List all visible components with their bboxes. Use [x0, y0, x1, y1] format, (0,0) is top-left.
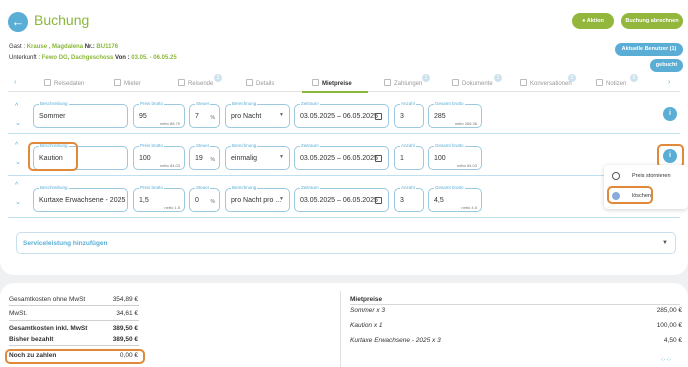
active-tab-indicator	[302, 91, 368, 93]
dropdown-icon: ▼	[279, 112, 284, 118]
calendar-icon[interactable]	[375, 155, 382, 162]
grid-icon[interactable]: ⁘⁘	[660, 357, 672, 365]
tab-reisedaten[interactable]: Reisedaten	[44, 79, 84, 87]
details-icon	[246, 79, 253, 86]
back-arrow-icon[interactable]: ←	[8, 12, 28, 32]
calendar-icon[interactable]	[375, 197, 382, 204]
chat-icon	[520, 79, 527, 86]
row-divider	[8, 175, 680, 176]
abrechnen-button[interactable]: Buchung abrechnen	[621, 13, 683, 29]
berechnung-select[interactable]: Berechnung pro Nacht pro ... ▼	[225, 185, 290, 212]
divider	[9, 345, 139, 346]
serviceleistung-select[interactable]: Serviceleistung hinzufügen ▼	[16, 232, 676, 254]
aktion-button[interactable]: ● Aktion	[572, 13, 614, 29]
zeitraum-field[interactable]: Zeitraum 03.05.2025 – 06.05.2025	[294, 143, 389, 170]
tab-details[interactable]: Details	[246, 79, 274, 87]
chevron-up-icon[interactable]: ^	[15, 182, 18, 189]
highlight-kaution	[28, 142, 78, 171]
tab-bar: ‹ Reisedaten Mieter Reisende 3 Details Mi…	[8, 74, 680, 92]
aktuelle-benutzer-button[interactable]: Aktuelle Benutzer (1)	[615, 43, 683, 56]
row-divider	[8, 217, 680, 218]
chevron-down-icon[interactable]: ⌄	[15, 198, 21, 206]
info-icon[interactable]: i	[663, 107, 677, 121]
calendar-icon[interactable]	[375, 113, 382, 120]
dropdown-icon: ▼	[279, 196, 284, 202]
steuer-field[interactable]: Steuer 19%	[189, 143, 220, 170]
preis-field[interactable]: Preis brutto 95 netto 88.79	[133, 101, 185, 128]
calendar-icon	[44, 79, 51, 86]
tab-konversationen[interactable]: Konversationen 5	[520, 74, 576, 87]
chevron-left-icon[interactable]: ‹	[14, 79, 16, 86]
steuer-field[interactable]: Steuer 7%	[189, 101, 220, 128]
guest-line: Gast : Krause , Magdalena Nr.: BU1176	[9, 44, 119, 50]
gesamt-field[interactable]: Gesamt brutto 4,5 netto 4.5	[428, 185, 482, 212]
cancel-icon	[612, 172, 620, 180]
preis-field[interactable]: Preis brutto 100 netto 84.03	[133, 143, 185, 170]
group-icon	[178, 79, 185, 86]
summary-panel: Gesamtkosten ohne MwSt 354,89 € MwSt. 34…	[0, 283, 688, 367]
document-icon	[452, 79, 459, 86]
zeitraum-field[interactable]: Zeitraum 03.05.2025 – 06.05.2025	[294, 185, 389, 212]
status-badge[interactable]: gebucht	[650, 59, 683, 72]
highlight-loeschen	[607, 186, 653, 204]
price-icon	[312, 79, 319, 86]
gesamt-field[interactable]: Gesamt brutto 285 netto 266.36	[428, 101, 482, 128]
divider	[9, 305, 139, 306]
beschreibung-field[interactable]: Beschreibung Kurtaxe Erwachsene - 2025	[33, 185, 128, 212]
tab-notizen[interactable]: Notizen 0	[596, 74, 638, 87]
row-divider	[8, 133, 680, 134]
anzahl-field[interactable]: Anzahl 3	[394, 185, 424, 212]
person-icon	[114, 79, 121, 86]
chevron-down-icon[interactable]: ⌄	[15, 158, 21, 166]
dropdown-icon: ▼	[662, 240, 668, 246]
note-icon	[596, 79, 603, 86]
highlight-noch-zu-zahlen	[5, 349, 145, 364]
berechnung-select[interactable]: Berechnung pro Nacht ▼	[225, 101, 290, 128]
steuer-field[interactable]: Steuer 0%	[189, 185, 220, 212]
preis-field[interactable]: Preis brutto 1,5 netto 1.5	[133, 185, 185, 212]
divider	[350, 304, 680, 305]
anzahl-field[interactable]: Anzahl 1	[394, 143, 424, 170]
tab-reisende[interactable]: Reisende 3	[178, 74, 222, 87]
storno-menu-item[interactable]: Preis stornieren	[604, 167, 688, 185]
chevron-down-icon[interactable]: ⌄	[15, 119, 21, 127]
divider	[9, 320, 139, 321]
chevron-up-icon[interactable]: ^	[15, 103, 18, 110]
tab-mieter[interactable]: Mieter	[114, 79, 141, 87]
dropdown-icon: ▼	[279, 154, 284, 160]
zeitraum-field[interactable]: Zeitraum 03.05.2025 – 06.05.2025	[294, 101, 389, 128]
tab-mietpreise[interactable]: Mietpreise	[312, 79, 352, 87]
berechnung-select[interactable]: Berechnung einmalig ▼	[225, 143, 290, 170]
gesamt-field[interactable]: Gesamt brutto 100 netto 84.03	[428, 143, 482, 170]
unterkunft-line: Unterkunft : Fewo DG, Dachgeschoss Von :…	[9, 55, 177, 61]
tab-dokumente[interactable]: Dokumente 1	[452, 74, 502, 87]
chevron-right-icon[interactable]: ›	[668, 79, 670, 86]
beschreibung-field[interactable]: Beschreibung Sommer	[33, 101, 128, 128]
tab-zahlungen[interactable]: Zahlungen 1	[384, 74, 430, 87]
page-title: Buchung	[34, 12, 90, 28]
column-divider	[340, 291, 341, 367]
anzahl-field[interactable]: Anzahl 3	[394, 101, 424, 128]
payment-icon	[384, 79, 391, 86]
booking-card: ← Buchung ● Aktion Buchung abrechnen Akt…	[0, 0, 688, 275]
chevron-up-icon[interactable]: ^	[15, 142, 18, 149]
